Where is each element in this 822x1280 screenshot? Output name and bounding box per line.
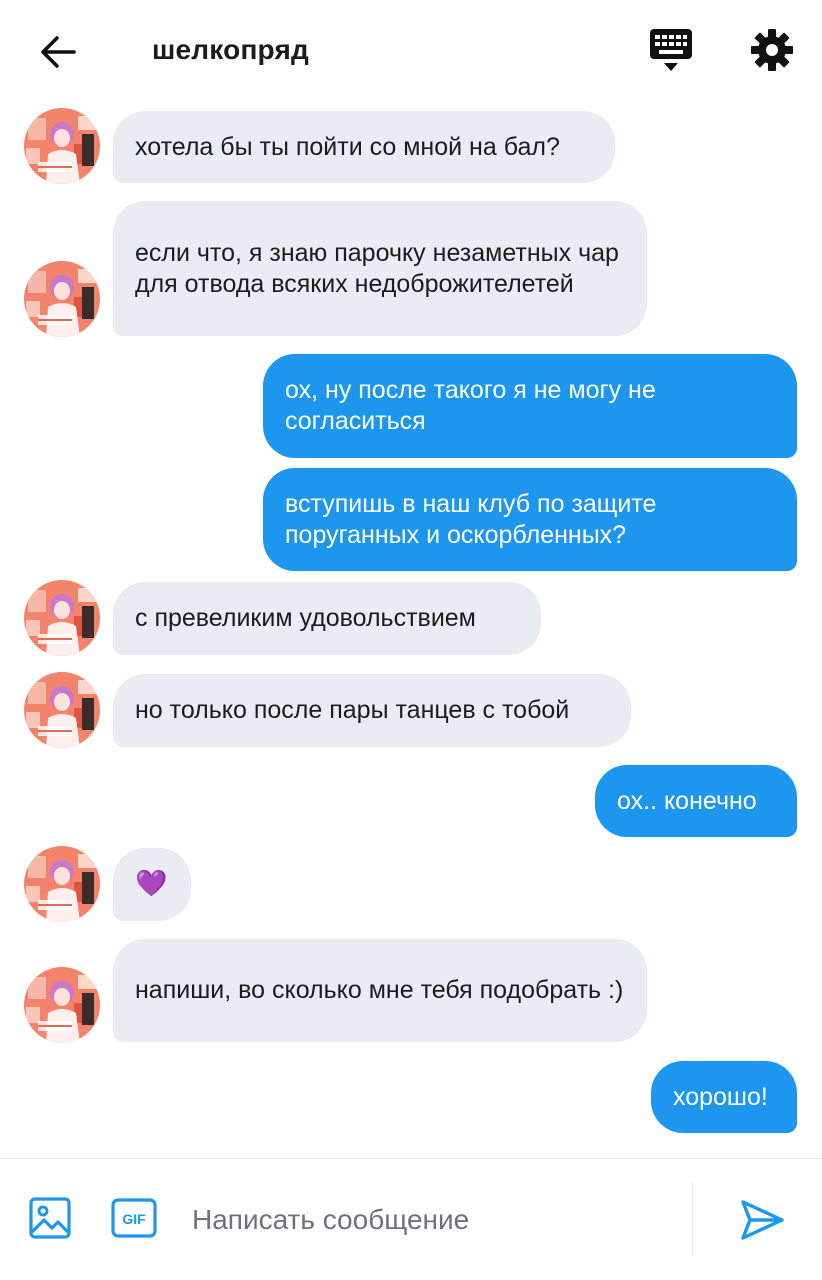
send-icon xyxy=(741,1200,784,1240)
message-incoming[interactable]: но только после пары танцев с тобой xyxy=(113,674,631,747)
gear-icon xyxy=(751,29,793,71)
message-outgoing[interactable]: хорошо! xyxy=(651,1061,797,1133)
send-button[interactable] xyxy=(738,1196,786,1244)
avatar[interactable] xyxy=(24,846,100,922)
keyboard-button[interactable] xyxy=(645,26,697,76)
chat-title: шелкопряд xyxy=(152,34,310,65)
message-input[interactable] xyxy=(192,1200,672,1240)
keyboard-icon xyxy=(650,29,692,71)
avatar-image xyxy=(24,672,100,748)
attach-image-button[interactable] xyxy=(28,1196,72,1240)
message-incoming[interactable]: если что, я знаю парочку незаметных чар … xyxy=(113,201,647,336)
message-incoming[interactable]: с превеликим удовольствием xyxy=(113,582,541,655)
gif-icon: GIF xyxy=(111,1198,157,1238)
image-icon xyxy=(29,1197,71,1239)
avatar[interactable] xyxy=(24,672,100,748)
settings-button[interactable] xyxy=(748,26,796,74)
avatar-image xyxy=(24,846,100,922)
message-incoming[interactable]: 💜 xyxy=(113,848,191,921)
svg-text:GIF: GIF xyxy=(122,1211,146,1227)
message-incoming[interactable]: напиши, во сколько мне тебя подобрать :) xyxy=(113,939,647,1042)
avatar[interactable] xyxy=(24,580,100,656)
avatar[interactable] xyxy=(24,108,100,184)
avatar-image xyxy=(24,261,100,337)
composer-divider xyxy=(692,1182,693,1256)
message-outgoing[interactable]: ох, ну после такого я не могу не согласи… xyxy=(263,354,797,458)
avatar[interactable] xyxy=(24,261,100,337)
message-outgoing[interactable]: вступишь в наш клуб по защите поруганных… xyxy=(263,468,797,571)
message-outgoing[interactable]: ох.. конечно xyxy=(595,765,797,837)
avatar-image xyxy=(24,108,100,184)
avatar[interactable] xyxy=(24,967,100,1043)
chat-header: шелкопряд xyxy=(0,0,822,100)
back-button[interactable] xyxy=(36,30,80,74)
avatar-image xyxy=(24,967,100,1043)
avatar-image xyxy=(24,580,100,656)
attach-gif-button[interactable]: GIF xyxy=(110,1196,158,1240)
purple-heart-icon: 💜 xyxy=(135,869,168,899)
arrow-left-icon xyxy=(41,36,76,68)
message-incoming[interactable]: хотела бы ты пойти со мной на бал? xyxy=(113,111,615,183)
